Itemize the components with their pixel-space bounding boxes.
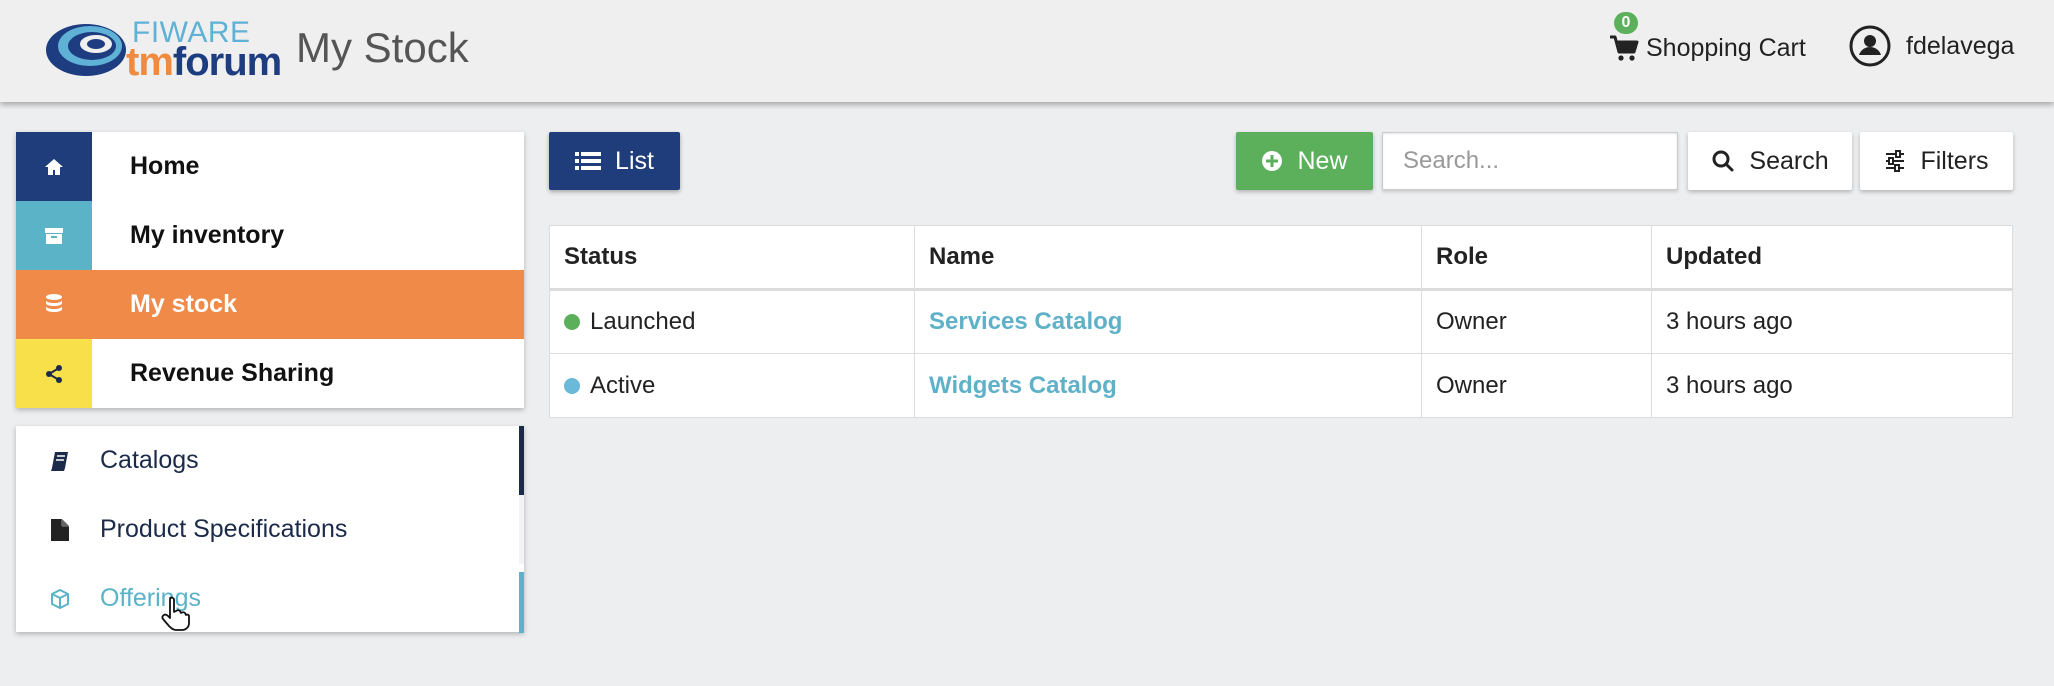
status-cell: Active <box>549 353 915 418</box>
status-launched-dot <box>564 314 580 330</box>
file-icon <box>46 516 74 544</box>
name-cell: Services Catalog <box>914 289 1422 354</box>
role-cell: Owner <box>1421 353 1652 418</box>
search-icon <box>1712 150 1734 172</box>
nav-icon-box <box>16 339 92 408</box>
column-header-role[interactable]: Role <box>1421 225 1652 291</box>
book-icon <box>46 447 74 475</box>
sliders-icon <box>1886 150 1905 172</box>
status-active-dot <box>564 377 580 394</box>
subnav-item-catalogs[interactable]: Catalogs <box>16 426 524 495</box>
filters-button[interactable]: Filters <box>1860 132 2013 190</box>
filters-button-label: Filters <box>1920 146 1989 175</box>
subnav-item-label: Product Specifications <box>100 515 348 543</box>
nav-item-label: Revenue Sharing <box>130 359 335 387</box>
column-header-updated[interactable]: Updated <box>1651 225 2013 291</box>
role-cell: Owner <box>1421 289 1652 354</box>
catalog-name-link[interactable]: Services Catalog <box>929 308 1122 335</box>
updated-cell: 3 hours ago <box>1651 353 2013 418</box>
nav-item-my-stock[interactable]: My stock <box>16 270 524 339</box>
nav-item-my-inventory[interactable]: My inventory <box>16 201 524 270</box>
hover-indicator-bar <box>519 572 524 633</box>
indicator-bar <box>519 495 524 564</box>
share-icon <box>46 364 62 383</box>
swirl-logo-icon <box>46 24 126 76</box>
search-button-label: Search <box>1749 146 1829 175</box>
fiware-tmforum-logo[interactable]: FIWARE tmforum <box>44 14 282 84</box>
hand-cursor-icon <box>161 596 190 631</box>
logo-tmforum-text: tmforum <box>126 40 282 84</box>
nav-icon-box <box>16 270 92 339</box>
cube-icon <box>46 585 74 613</box>
subnav-item-product-specifications[interactable]: Product Specifications <box>16 495 524 564</box>
list-button-label: List <box>615 146 654 175</box>
new-button-label: New <box>1297 146 1348 175</box>
updated-cell: 3 hours ago <box>1651 289 2013 354</box>
search-input[interactable] <box>1382 132 1678 190</box>
nav-item-label: My stock <box>130 290 237 318</box>
list-view-button[interactable]: List <box>549 132 680 190</box>
nav-icon-box <box>16 132 92 201</box>
table-header-row: Status Name Role Updated <box>549 225 2013 291</box>
shopping-cart-link[interactable]: Shopping Cart <box>1608 28 1806 68</box>
page-title: My Stock <box>296 24 469 71</box>
home-icon <box>45 158 63 175</box>
cart-count-badge: 0 <box>1614 12 1638 34</box>
column-header-status[interactable]: Status <box>549 225 915 291</box>
sidebar-nav: Home My inventory My stock Revenue Shari… <box>16 132 524 408</box>
new-button[interactable]: New <box>1236 132 1373 190</box>
subnav-item-label: Catalogs <box>100 446 199 474</box>
column-header-name[interactable]: Name <box>914 225 1422 291</box>
user-avatar-icon <box>1849 25 1891 67</box>
stock-table: Status Name Role Updated Launched Servic… <box>549 225 2013 418</box>
nav-item-home[interactable]: Home <box>16 132 524 201</box>
status-cell: Launched <box>549 289 915 354</box>
user-menu[interactable]: fdelavega <box>1848 24 2014 68</box>
catalog-name-link[interactable]: Widgets Catalog <box>929 372 1117 399</box>
stock-subnav: Catalogs Product Specifications Offering… <box>16 426 524 633</box>
status-label: Launched <box>590 308 696 335</box>
name-cell: Widgets Catalog <box>914 353 1422 418</box>
nav-item-revenue-sharing[interactable]: Revenue Sharing <box>16 339 524 408</box>
active-indicator-bar <box>519 426 524 495</box>
username-label: fdelavega <box>1906 31 2015 60</box>
archive-icon <box>45 227 63 244</box>
top-header: FIWARE tmforum My Stock Shopping Cart 0 … <box>0 0 2054 102</box>
nav-item-label: My inventory <box>130 221 285 249</box>
nav-item-label: Home <box>130 152 200 180</box>
database-icon <box>46 293 62 312</box>
nav-icon-box <box>16 201 92 270</box>
search-button[interactable]: Search <box>1688 132 1852 190</box>
subnav-item-offerings[interactable]: Offerings <box>16 564 524 633</box>
status-label: Active <box>590 371 656 399</box>
shopping-cart-label: Shopping Cart <box>1646 33 1806 62</box>
table-row: Active Widgets Catalog Owner 3 hours ago <box>549 353 2013 418</box>
shopping-cart-icon <box>1610 35 1639 61</box>
table-row: Launched Services Catalog Owner 3 hours … <box>549 289 2013 354</box>
plus-circle-icon <box>1262 151 1283 171</box>
list-icon <box>575 152 602 170</box>
